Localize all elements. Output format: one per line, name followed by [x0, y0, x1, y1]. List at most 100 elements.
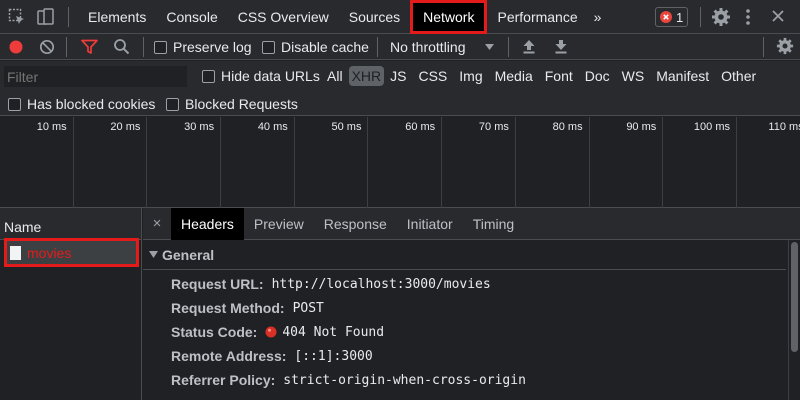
- request-url-value: http://localhost:3000/movies: [271, 276, 491, 292]
- tab-css-overview[interactable]: CSS Overview: [228, 0, 339, 34]
- preserve-log-checkbox[interactable]: Preserve log: [154, 39, 252, 55]
- request-list-pane: Name movies: [0, 208, 142, 400]
- status-code-row: Status Code: 404 Not Found: [171, 324, 384, 340]
- timeline-tick: 30 ms: [147, 117, 222, 208]
- timeline-tick: 70 ms: [442, 117, 516, 208]
- divider: [763, 37, 764, 57]
- details-scrollbar[interactable]: [788, 240, 800, 400]
- timeline-tick: 20 ms: [74, 117, 148, 208]
- request-name: movies: [27, 244, 72, 261]
- type-filter-media[interactable]: Media: [489, 68, 539, 84]
- export-har-icon[interactable]: [554, 39, 568, 54]
- checkbox-box[interactable]: [262, 40, 275, 54]
- checkbox-box[interactable]: [154, 40, 167, 54]
- timeline-tick: 100 ms: [663, 117, 737, 208]
- type-filter-img[interactable]: Img: [453, 68, 488, 84]
- disable-cache-checkbox[interactable]: Disable cache: [262, 39, 369, 55]
- type-filter-manifest[interactable]: Manifest: [650, 68, 715, 84]
- timeline-tick-label: 80 ms: [552, 121, 583, 133]
- settings-gear-icon[interactable]: [711, 7, 731, 27]
- has-blocked-cookies-label: Has blocked cookies: [27, 96, 156, 112]
- hide-data-urls-label: Hide data URLs: [221, 68, 320, 84]
- network-toolbar: Preserve log Disable cache No throttling: [0, 34, 800, 60]
- device-toolbar-icon[interactable]: [36, 7, 56, 27]
- checkbox-box[interactable]: [202, 69, 215, 83]
- import-har-icon[interactable]: [522, 39, 536, 54]
- tab-performance[interactable]: Performance: [487, 0, 587, 34]
- scrollbar-thumb[interactable]: [791, 242, 798, 352]
- preserve-log-label: Preserve log: [173, 39, 252, 55]
- filter-input[interactable]: [4, 66, 187, 87]
- timeline-tick-label: 100 ms: [693, 121, 730, 133]
- tab-elements[interactable]: Elements: [78, 0, 156, 34]
- timeline-tick: 80 ms: [516, 117, 590, 208]
- timeline-tick-label: 40 ms: [257, 121, 288, 133]
- network-settings-gear-icon[interactable]: [776, 37, 794, 55]
- details-tab-headers[interactable]: Headers: [171, 207, 244, 240]
- details-tab-timing[interactable]: Timing: [463, 208, 525, 240]
- tab-sources[interactable]: Sources: [339, 0, 410, 34]
- filter-funnel-icon[interactable]: [81, 39, 98, 55]
- clear-icon[interactable]: [39, 39, 55, 55]
- type-filter-font[interactable]: Font: [539, 68, 579, 84]
- timeline-tick: 10 ms: [0, 117, 74, 208]
- inspect-element-icon[interactable]: [8, 8, 26, 26]
- type-filter-all[interactable]: All: [321, 68, 349, 84]
- more-options-icon[interactable]: [745, 8, 751, 26]
- timeline-overview[interactable]: 10 ms 20 ms 30 ms 40 ms 50 ms 60 ms 70 ms 80 ms…: [0, 117, 800, 208]
- divider: [700, 7, 701, 27]
- dropdown-arrow-icon: [485, 44, 495, 50]
- details-tab-preview[interactable]: Preview: [244, 208, 314, 240]
- blocked-requests-checkbox[interactable]: Blocked Requests: [166, 96, 298, 112]
- timeline-tick: 60 ms: [369, 117, 443, 208]
- status-error-dot-icon: [265, 326, 277, 338]
- divider: [143, 37, 144, 57]
- close-details-icon[interactable]: ×: [143, 215, 171, 232]
- timeline-tick-label: 50 ms: [331, 121, 362, 133]
- error-count: 1: [676, 9, 684, 25]
- blocked-filters-bar: Has blocked cookies Blocked Requests: [0, 91, 800, 116]
- checkbox-box[interactable]: [8, 97, 21, 111]
- general-section-title: General: [162, 246, 215, 263]
- timeline-tick: 90 ms: [590, 117, 664, 208]
- error-counter[interactable]: 1: [655, 7, 689, 27]
- request-method-row: Request Method: POST: [171, 300, 324, 316]
- details-tab-strip: × Headers Preview Response Initiator Timing: [143, 207, 800, 240]
- details-tab-response[interactable]: Response: [314, 208, 397, 240]
- has-blocked-cookies-checkbox[interactable]: Has blocked cookies: [8, 96, 155, 112]
- name-column-header[interactable]: Name: [0, 208, 141, 240]
- request-method-key: Request Method:: [171, 300, 285, 316]
- hide-data-urls-checkbox[interactable]: Hide data URLs: [202, 68, 320, 84]
- divider: [66, 37, 67, 57]
- checkbox-box[interactable]: [166, 97, 179, 111]
- close-devtools-icon[interactable]: [771, 9, 785, 23]
- remote-address-key: Remote Address:: [171, 348, 287, 364]
- request-url-row: Request URL: http://localhost:3000/movie…: [171, 276, 491, 292]
- type-filter-ws[interactable]: WS: [616, 68, 651, 84]
- blocked-requests-label: Blocked Requests: [185, 96, 298, 112]
- disable-cache-label: Disable cache: [281, 39, 369, 55]
- tab-network[interactable]: Network: [410, 0, 488, 34]
- tab-console[interactable]: Console: [156, 0, 227, 34]
- timeline-tick: 50 ms: [295, 117, 369, 208]
- throttling-select[interactable]: No throttling: [390, 39, 495, 55]
- collapse-triangle-icon: [149, 251, 158, 258]
- record-icon[interactable]: [9, 40, 23, 54]
- error-icon: [660, 11, 672, 23]
- type-filter-doc[interactable]: Doc: [579, 68, 616, 84]
- type-filter-other[interactable]: Other: [715, 68, 762, 84]
- timeline-tick: 110 ms: [737, 117, 800, 208]
- divider: [68, 7, 69, 27]
- timeline-tick-label: 10 ms: [36, 121, 67, 133]
- details-tab-initiator[interactable]: Initiator: [397, 208, 463, 240]
- type-filter-xhr[interactable]: XHR: [348, 66, 385, 86]
- search-icon[interactable]: [113, 38, 130, 55]
- type-filter-css[interactable]: CSS: [412, 68, 453, 84]
- more-tabs-button[interactable]: »: [588, 0, 608, 34]
- timeline-tick-label: 70 ms: [478, 121, 509, 133]
- general-section-header[interactable]: General: [143, 240, 786, 270]
- type-filter-js[interactable]: JS: [384, 68, 412, 84]
- request-row-movies[interactable]: movies: [4, 238, 139, 267]
- status-code-value: 404 Not Found: [282, 324, 385, 340]
- referrer-policy-row: Referrer Policy: strict-origin-when-cros…: [171, 372, 526, 388]
